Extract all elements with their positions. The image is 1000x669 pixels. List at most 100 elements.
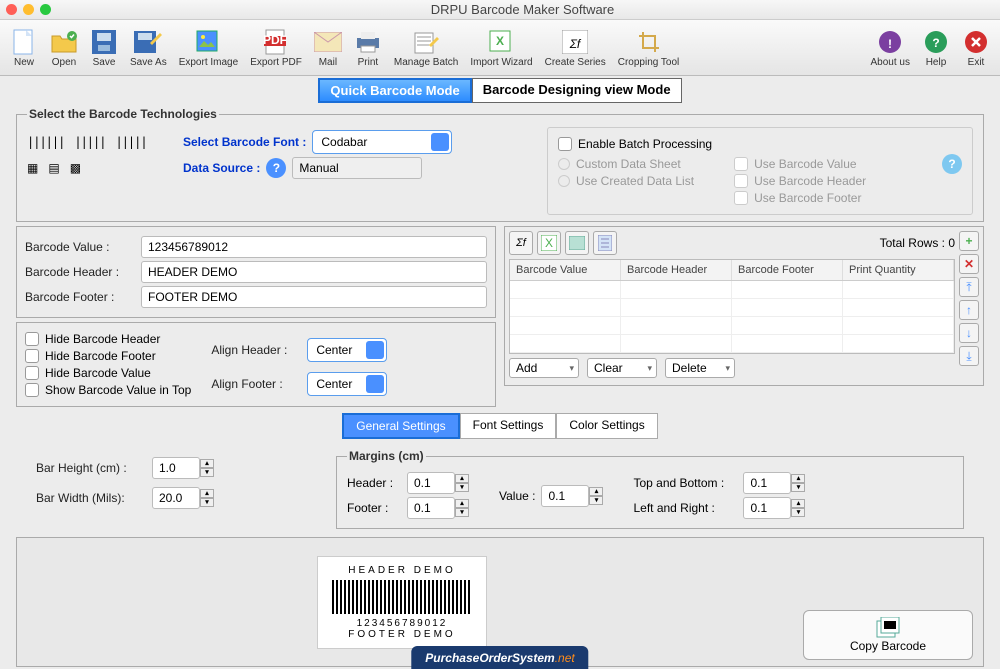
show-top-label: Show Barcode Value in Top <box>45 383 191 397</box>
svg-text:X: X <box>496 34 504 48</box>
titlebar: DRPU Barcode Maker Software <box>0 0 1000 20</box>
svg-text:PDF: PDF <box>264 33 287 47</box>
preview-value: 123456789012 <box>326 618 478 629</box>
about-button[interactable]: !About us <box>865 26 916 70</box>
m-lr-label: Left and Right : <box>633 501 737 515</box>
file-icon <box>10 28 38 56</box>
m-header-input[interactable]: ▴▾ <box>407 472 469 494</box>
align-footer-label: Align Footer : <box>211 377 301 391</box>
col-qty: Print Quantity <box>843 260 954 280</box>
batch-grid: Barcode Value Barcode Header Barcode Foo… <box>509 259 955 354</box>
bar-height-input[interactable]: ▴▾ <box>152 457 214 479</box>
new-button[interactable]: New <box>4 26 44 70</box>
add-select[interactable]: Add <box>509 358 579 378</box>
export-image-button[interactable]: Export Image <box>173 26 244 70</box>
m-tb-input[interactable]: ▴▾ <box>743 472 805 494</box>
hide-footer-checkbox[interactable] <box>25 349 39 363</box>
list-tool-button[interactable] <box>593 231 617 255</box>
copy-barcode-button[interactable]: Copy Barcode <box>803 610 973 660</box>
sigma-tool-button[interactable]: Σf <box>509 231 533 255</box>
floppy-pencil-icon <box>134 28 162 56</box>
barcode-font-select[interactable]: Codabar <box>312 130 452 154</box>
hide-value-label: Hide Barcode Value <box>45 366 151 380</box>
m-value-label: Value : <box>499 489 535 503</box>
col-header: Barcode Header <box>621 260 732 280</box>
enable-batch-checkbox[interactable] <box>558 137 572 151</box>
cropping-tool-button[interactable]: Cropping Tool <box>612 26 686 70</box>
m-tb-label: Top and Bottom : <box>633 476 737 490</box>
zoom-traffic[interactable] <box>40 4 51 15</box>
use-header-label: Use Barcode Header <box>754 174 866 188</box>
help-icon[interactable]: ? <box>266 158 286 178</box>
align-header-select[interactable]: Center <box>307 338 387 362</box>
barcode-bars-icon <box>332 580 472 614</box>
move-top-button[interactable]: ⤒ <box>959 277 979 297</box>
delete-select[interactable]: Delete <box>665 358 735 378</box>
main-toolbar: New Open Save Save As Export Image PDFEx… <box>0 20 1000 76</box>
help-button[interactable]: ?Help <box>916 26 956 70</box>
barcode-footer-input[interactable] <box>141 286 487 308</box>
export-pdf-button[interactable]: PDFExport PDF <box>244 26 308 70</box>
datasource-input[interactable] <box>292 157 422 179</box>
general-tab[interactable]: General Settings <box>342 413 459 439</box>
barcode-sample-icon: |||||| <box>27 135 64 149</box>
custom-sheet-radio: Custom Data Sheet <box>576 157 681 171</box>
enable-batch-label: Enable Batch Processing <box>578 137 712 151</box>
font-label: Select Barcode Font : <box>183 135 306 149</box>
quick-mode-tab[interactable]: Quick Barcode Mode <box>318 78 471 103</box>
svg-text:Σf: Σf <box>569 37 582 51</box>
m-footer-label: Footer : <box>347 501 401 515</box>
sigma-icon: Σf <box>561 28 589 56</box>
hide-value-checkbox[interactable] <box>25 366 39 380</box>
move-bottom-button[interactable]: ⤓ <box>959 346 979 366</box>
m-lr-input[interactable]: ▴▾ <box>743 497 805 519</box>
hide-header-checkbox[interactable] <box>25 332 39 346</box>
close-traffic[interactable] <box>6 4 17 15</box>
manage-batch-button[interactable]: Manage Batch <box>388 26 465 70</box>
saveas-button[interactable]: Save As <box>124 26 173 70</box>
sheet-tool-button[interactable] <box>565 231 589 255</box>
open-button[interactable]: Open <box>44 26 84 70</box>
bar-width-label: Bar Width (Mils): <box>36 491 146 505</box>
mail-button[interactable]: Mail <box>308 26 348 70</box>
minimize-traffic[interactable] <box>23 4 34 15</box>
barcode-value-input[interactable] <box>141 236 487 258</box>
add-row-button[interactable]: + <box>959 231 979 251</box>
bar-width-input[interactable]: ▴▾ <box>152 487 214 509</box>
col-value: Barcode Value <box>510 260 621 280</box>
m-footer-input[interactable]: ▴▾ <box>407 497 469 519</box>
crop-icon <box>635 28 663 56</box>
m-value-input[interactable]: ▴▾ <box>541 485 603 507</box>
barcode-card: HEADER DEMO 123456789012 FOOTER DEMO <box>317 556 487 649</box>
delete-row-button[interactable]: ✕ <box>959 254 979 274</box>
value-label: Barcode Value : <box>25 240 135 254</box>
image-export-icon <box>194 28 222 56</box>
barcode-tech-fieldset: Select the Barcode Technologies |||||| |… <box>16 107 984 222</box>
copy-icon <box>875 617 901 639</box>
mode-bar: Quick Barcode Mode Barcode Designing vie… <box>0 78 1000 103</box>
watermark: PurchaseOrderSystem.net <box>411 646 588 669</box>
total-rows-label: Total Rows : 0 <box>880 236 955 250</box>
print-button[interactable]: Print <box>348 26 388 70</box>
header-label: Barcode Header : <box>25 265 135 279</box>
move-up-button[interactable]: ↑ <box>959 300 979 320</box>
move-down-button[interactable]: ↓ <box>959 323 979 343</box>
design-mode-tab[interactable]: Barcode Designing view Mode <box>472 78 682 103</box>
save-button[interactable]: Save <box>84 26 124 70</box>
color-tab[interactable]: Color Settings <box>556 413 657 439</box>
align-footer-select[interactable]: Center <box>307 372 387 396</box>
help-icon[interactable]: ? <box>942 154 962 174</box>
margins-legend: Margins (cm) <box>347 449 426 463</box>
created-list-radio: Use Created Data List <box>576 174 694 188</box>
font-tab[interactable]: Font Settings <box>460 413 557 439</box>
clear-select[interactable]: Clear <box>587 358 657 378</box>
create-series-button[interactable]: ΣfCreate Series <box>539 26 612 70</box>
m-header-label: Header : <box>347 476 401 490</box>
import-wizard-button[interactable]: XImport Wizard <box>464 26 538 70</box>
show-top-checkbox[interactable] <box>25 383 39 397</box>
exit-button[interactable]: Exit <box>956 26 996 70</box>
pdf-icon: PDF <box>262 28 290 56</box>
barcode-header-input[interactable] <box>141 261 487 283</box>
preview-footer: FOOTER DEMO <box>326 629 478 640</box>
excel-tool-button[interactable]: X <box>537 231 561 255</box>
